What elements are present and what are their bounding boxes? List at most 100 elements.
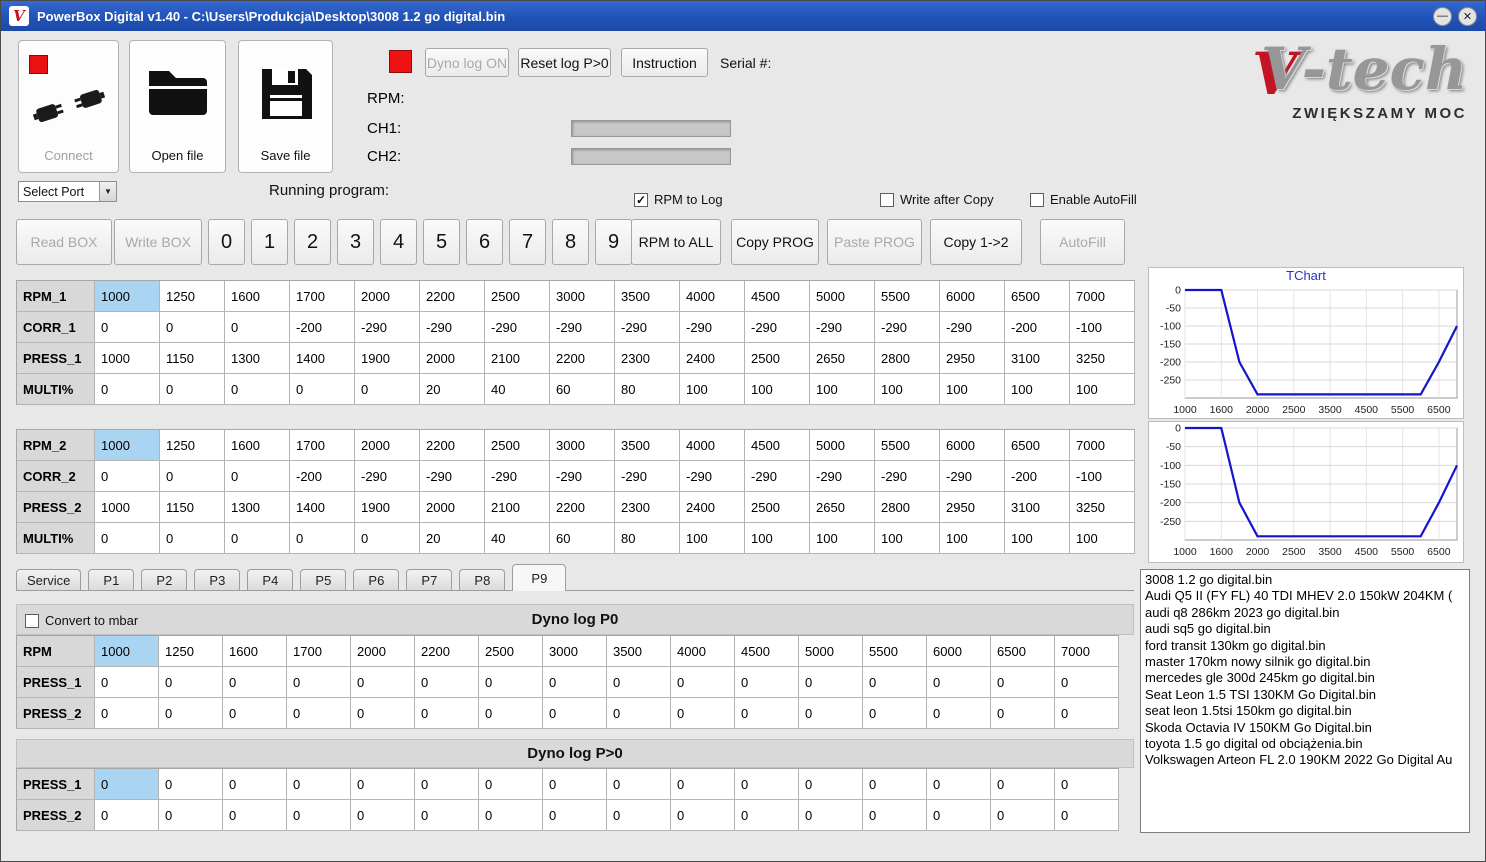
grid-cell[interactable]: 2400 — [680, 492, 745, 523]
grid-cell[interactable]: -200 — [290, 461, 355, 492]
chevron-down-icon[interactable]: ▼ — [99, 182, 116, 201]
grid-cell[interactable]: 5500 — [875, 430, 940, 461]
grid-cell[interactable]: 2950 — [940, 492, 1005, 523]
tab-p2[interactable]: P2 — [141, 569, 188, 591]
enable-autofill-checkbox[interactable]: Enable AutoFill — [1030, 192, 1137, 207]
grid-cell[interactable]: 1000 — [95, 430, 160, 461]
grid-cell[interactable]: 0 — [160, 312, 225, 343]
grid-cell[interactable]: 0 — [863, 800, 927, 831]
grid-cell[interactable]: 0 — [927, 800, 991, 831]
grid-cell[interactable]: 1000 — [95, 281, 160, 312]
grid-cell[interactable]: 0 — [543, 769, 607, 800]
grid-cell[interactable]: 0 — [671, 800, 735, 831]
file-item[interactable]: Seat Leon 1.5 TSI 130KM Go Digital.bin — [1141, 687, 1469, 703]
grid-cell[interactable]: 5500 — [875, 281, 940, 312]
grid-cell[interactable]: 6500 — [1005, 430, 1070, 461]
grid-cell[interactable]: 3500 — [615, 430, 680, 461]
grid-cell[interactable]: 6000 — [940, 281, 1005, 312]
grid-cell[interactable]: 0 — [159, 769, 223, 800]
grid-cell[interactable]: -290 — [420, 461, 485, 492]
grid-cell[interactable]: -290 — [550, 312, 615, 343]
grid-cell[interactable]: 4000 — [680, 430, 745, 461]
grid-cell[interactable]: 6500 — [991, 636, 1055, 667]
grid-cell[interactable]: 0 — [671, 769, 735, 800]
file-item[interactable]: Volkswagen Arteon FL 2.0 190KM 2022 Go D… — [1141, 752, 1469, 768]
grid-cell[interactable]: 0 — [543, 698, 607, 729]
grid-cell[interactable]: -200 — [1005, 461, 1070, 492]
grid-cell[interactable]: 3100 — [1005, 343, 1070, 374]
program-button-9[interactable]: 9 — [595, 219, 632, 265]
grid-cell[interactable]: 2300 — [615, 343, 680, 374]
grid-cell[interactable]: -100 — [1070, 461, 1135, 492]
file-item[interactable]: mercedes gle 300d 245km go digital.bin — [1141, 670, 1469, 686]
grid-cell[interactable]: 1150 — [160, 343, 225, 374]
rpm-to-log-checkbox[interactable]: ✓ RPM to Log — [634, 192, 723, 207]
grid-cell[interactable]: 2500 — [485, 430, 550, 461]
grid-cell[interactable]: 1700 — [290, 430, 355, 461]
grid-cell[interactable]: 2000 — [420, 492, 485, 523]
grid-cell[interactable]: 100 — [875, 523, 940, 554]
file-item[interactable]: audi q8 286km 2023 go digital.bin — [1141, 605, 1469, 621]
grid-cell[interactable]: 0 — [735, 800, 799, 831]
select-port-dropdown[interactable]: Select Port ▼ — [18, 181, 117, 202]
grid-cell[interactable]: 0 — [355, 523, 420, 554]
grid-cell[interactable]: -290 — [615, 461, 680, 492]
grid-cell[interactable]: 100 — [1070, 523, 1135, 554]
grid-cell[interactable]: 0 — [671, 667, 735, 698]
grid-cell[interactable]: 0 — [160, 523, 225, 554]
grid-cell[interactable]: 0 — [415, 800, 479, 831]
grid-cell[interactable]: 1400 — [290, 492, 355, 523]
grid-cell[interactable]: 0 — [479, 800, 543, 831]
grid-cell[interactable]: 0 — [607, 800, 671, 831]
grid-cell[interactable]: 4500 — [745, 281, 810, 312]
grid-cell[interactable]: -290 — [940, 312, 1005, 343]
grid-cell[interactable]: -290 — [745, 312, 810, 343]
grid-cell[interactable]: 0 — [355, 374, 420, 405]
grid-cell[interactable]: 2800 — [875, 492, 940, 523]
grid-cell[interactable]: -290 — [355, 312, 420, 343]
tab-p4[interactable]: P4 — [247, 569, 294, 591]
grid-cell[interactable]: -200 — [1005, 312, 1070, 343]
grid-cell[interactable]: 1700 — [290, 281, 355, 312]
grid-cell[interactable]: 0 — [607, 667, 671, 698]
grid-cell[interactable]: 0 — [607, 769, 671, 800]
grid-cell[interactable]: 2200 — [415, 636, 479, 667]
grid-cell[interactable]: 0 — [991, 667, 1055, 698]
file-item[interactable]: Skoda Octavia IV 150KM Go Digital.bin — [1141, 720, 1469, 736]
grid-cell[interactable]: -290 — [355, 461, 420, 492]
grid-cell[interactable]: 2000 — [420, 343, 485, 374]
tab-p5[interactable]: P5 — [300, 569, 347, 591]
program-button-3[interactable]: 3 — [337, 219, 374, 265]
grid-cell[interactable]: 0 — [95, 374, 160, 405]
grid-cell[interactable]: 0 — [287, 769, 351, 800]
file-item[interactable]: ford transit 130km go digital.bin — [1141, 638, 1469, 654]
grid-cell[interactable]: 0 — [735, 667, 799, 698]
grid-cell[interactable]: 0 — [415, 769, 479, 800]
grid-cell[interactable]: 2300 — [615, 492, 680, 523]
grid-cell[interactable]: 0 — [287, 800, 351, 831]
grid-cell[interactable]: -290 — [680, 461, 745, 492]
grid-cell[interactable]: 20 — [420, 374, 485, 405]
save-file-button[interactable]: Save file — [238, 40, 333, 173]
grid-cell[interactable]: 1250 — [160, 430, 225, 461]
grid-cell[interactable]: 0 — [863, 698, 927, 729]
copy-prog-button[interactable]: Copy PROG — [731, 219, 819, 265]
grid-cell[interactable]: 2500 — [745, 492, 810, 523]
grid-cell[interactable]: 1000 — [95, 492, 160, 523]
grid-cell[interactable]: 1150 — [160, 492, 225, 523]
grid-cell[interactable]: 100 — [940, 523, 1005, 554]
grid-cell[interactable]: 3000 — [543, 636, 607, 667]
grid-cell[interactable]: 4000 — [680, 281, 745, 312]
grid-cell[interactable]: 5000 — [810, 430, 875, 461]
grid-cell[interactable]: 2400 — [680, 343, 745, 374]
file-item[interactable]: toyota 1.5 go digital od obciążenia.bin — [1141, 736, 1469, 752]
grid-cell[interactable]: 0 — [159, 800, 223, 831]
grid-cell[interactable]: 0 — [543, 800, 607, 831]
tab-service[interactable]: Service — [16, 569, 82, 591]
grid-cell[interactable]: 2000 — [351, 636, 415, 667]
grid-cell[interactable]: 6000 — [940, 430, 1005, 461]
rpm-to-all-button[interactable]: RPM to ALL — [631, 219, 721, 265]
grid-cell[interactable]: -290 — [875, 461, 940, 492]
grid-cell[interactable]: 0 — [479, 769, 543, 800]
grid-cell[interactable]: 6000 — [927, 636, 991, 667]
